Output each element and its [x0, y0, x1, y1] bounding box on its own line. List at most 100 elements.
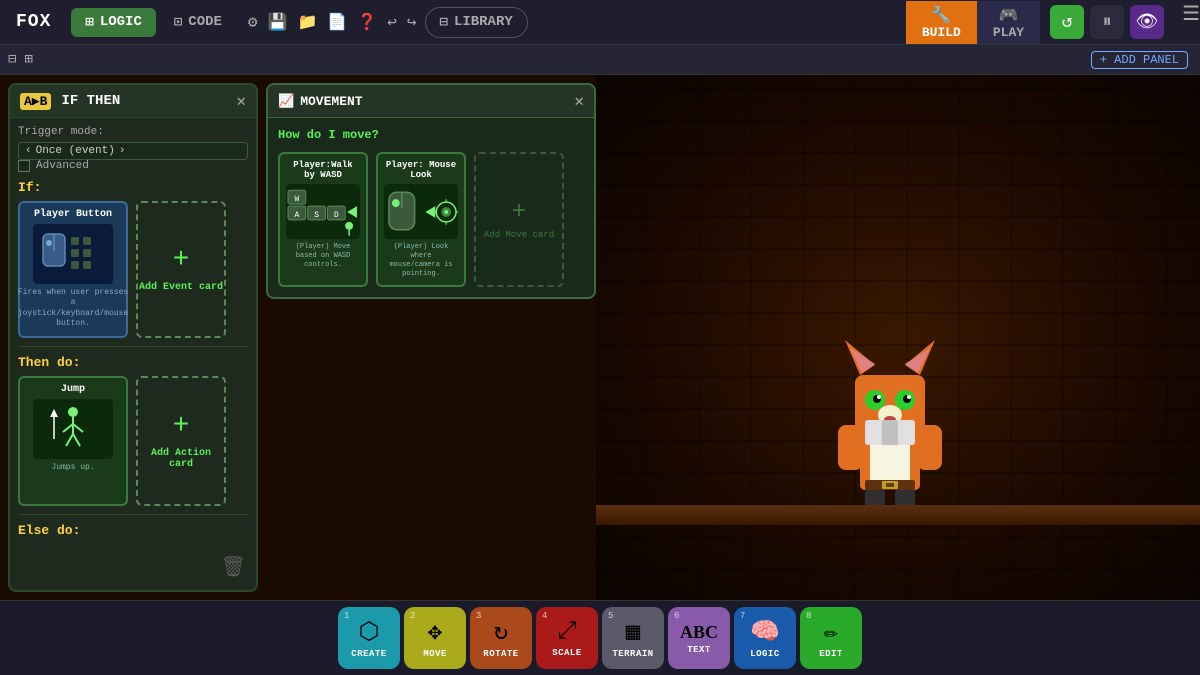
scale-tool-num: 4: [542, 611, 547, 621]
scale-tool-icon: ⤢: [557, 618, 576, 646]
trigger-mode-row: Trigger mode:: [18, 126, 248, 138]
create-tool-num: 1: [344, 611, 349, 621]
create-tool-icon: ⬡: [359, 617, 380, 647]
move-tool-button[interactable]: 2 ✥ MOVE: [404, 607, 466, 669]
undo-icon[interactable]: ↩: [387, 12, 397, 32]
ab-badge: A▶B: [20, 93, 51, 110]
if-then-title-text: IF THEN: [61, 93, 120, 109]
nav-icon-group: ⚙ 💾 📁 📄 ❓ ↩ ↪: [248, 12, 417, 32]
text-tool-icon: ABC: [680, 622, 718, 643]
move-tool-icon: ✥: [428, 617, 442, 647]
edit-tool-label: EDIT: [819, 649, 843, 659]
logic-tool-label: LOGIC: [750, 649, 780, 659]
mouse-look-card[interactable]: Player: Mouse Look: [376, 152, 466, 287]
if-then-body: Trigger mode: ‹ Once (event) › Advanced …: [10, 118, 256, 552]
movement-close-button[interactable]: ✕: [574, 91, 584, 111]
settings-icon[interactable]: ⚙: [248, 12, 258, 32]
redo-icon[interactable]: ↪: [407, 12, 417, 32]
add-panel-button[interactable]: + ADD PANEL: [1091, 51, 1188, 69]
second-nav: ⊟ ⊞ + ADD PANEL: [0, 45, 1200, 75]
logic-tool-button[interactable]: 7 🧠 LOGIC: [734, 607, 796, 669]
scale-tool-button[interactable]: 4 ⤢ SCALE: [536, 607, 598, 669]
rotate-tool-icon: ↻: [494, 617, 508, 647]
jump-card-icon: [33, 399, 113, 459]
panel-grid-icon[interactable]: ⊟: [8, 51, 16, 68]
add-event-plus-icon: +: [173, 245, 190, 276]
panel-expand-icon[interactable]: ⊞: [24, 51, 32, 68]
if-then-close-button[interactable]: ✕: [236, 91, 246, 111]
rotate-tool-button[interactable]: 3 ↻ ROTATE: [470, 607, 532, 669]
play-label: PLAY: [993, 25, 1024, 40]
text-tool-label: TEXT: [687, 645, 711, 655]
add-move-card[interactable]: + Add Move card: [474, 152, 564, 287]
save-icon[interactable]: 💾: [268, 12, 288, 32]
walk-wasd-icon: W A S D: [286, 184, 360, 239]
else-do-label: Else do:: [18, 523, 248, 538]
pause-button[interactable]: ⏸: [1090, 5, 1124, 39]
add-event-card[interactable]: + Add Event card: [136, 201, 226, 338]
movement-title: 📈 MOVEMENT: [278, 94, 363, 109]
create-tool-button[interactable]: 1 ⬡ CREATE: [338, 607, 400, 669]
add-action-card[interactable]: + Add Action card: [136, 376, 226, 506]
ground-platform: [596, 505, 1200, 525]
if-then-header: A▶B IF THEN ✕: [10, 85, 256, 118]
advanced-checkbox[interactable]: [18, 160, 30, 172]
scale-tool-label: SCALE: [552, 648, 582, 658]
if-label: If:: [18, 180, 248, 195]
library-label: LIBRARY: [454, 14, 513, 30]
add-move-label: Add Move card: [484, 230, 554, 240]
library-nav-btn[interactable]: ⊟ LIBRARY: [425, 7, 528, 38]
mouse-look-icon: [384, 184, 458, 239]
mouse-look-desc: (Player) Look where mouse/camera is poin…: [384, 243, 458, 279]
code-label: CODE: [188, 14, 222, 30]
build-button[interactable]: 🔧 BUILD: [906, 1, 977, 44]
main-area: A▶B IF THEN ✕ Trigger mode: ‹ Once (even…: [0, 75, 1200, 600]
code-icon: ⊡: [174, 14, 182, 31]
play-button[interactable]: 🎮 PLAY: [977, 1, 1040, 44]
divider: [18, 346, 248, 347]
new-icon[interactable]: 📄: [327, 12, 347, 32]
hamburger-icon[interactable]: ☰: [1182, 1, 1200, 44]
refresh-button[interactable]: ↺: [1050, 5, 1084, 39]
help-icon[interactable]: ❓: [357, 12, 377, 32]
advanced-label: Advanced: [36, 160, 89, 172]
code-nav-btn[interactable]: ⊡ CODE: [160, 8, 236, 37]
movement-body: How do I move? Player:Walk by WASD W A: [268, 118, 594, 297]
movement-title-text: MOVEMENT: [300, 94, 362, 109]
chart-icon: 📈: [278, 94, 294, 109]
else-divider: [18, 514, 248, 515]
if-then-panel: A▶B IF THEN ✕ Trigger mode: ‹ Once (even…: [8, 83, 258, 592]
build-play-group: 🔧 BUILD 🎮 PLAY ↺ ⏸ 👁 ☰: [906, 1, 1200, 44]
terrain-tool-label: TERRAIN: [612, 649, 653, 659]
action-btns-group: ↺ ⏸ 👁: [1040, 1, 1174, 44]
add-action-plus-icon: +: [173, 411, 190, 442]
game-view: [596, 75, 1200, 600]
edit-tool-button[interactable]: 8 ✏ EDIT: [800, 607, 862, 669]
trigger-mode-label: Trigger mode:: [18, 126, 104, 138]
app-logo: FOX: [0, 12, 67, 32]
eye-button[interactable]: 👁: [1130, 5, 1164, 39]
movement-header: 📈 MOVEMENT ✕: [268, 85, 594, 118]
player-button-title: Player Button: [34, 209, 112, 220]
rotate-tool-num: 3: [476, 611, 481, 621]
terrain-tool-icon: ▦: [626, 617, 640, 647]
svg-text:D: D: [334, 210, 339, 219]
player-button-card[interactable]: Player Button: [18, 201, 128, 338]
walk-wasd-desc: (Player) Move based on WASD controls.: [286, 243, 360, 270]
logic-nav-btn[interactable]: ⊞ LOGIC: [71, 8, 155, 37]
walk-wasd-title: Player:Walk by WASD: [286, 160, 360, 180]
terrain-tool-button[interactable]: 5 ▦ TERRAIN: [602, 607, 664, 669]
jump-card[interactable]: Jump: [18, 376, 128, 506]
trigger-select[interactable]: ‹ Once (event) ›: [18, 142, 248, 160]
trash-icon[interactable]: 🗑: [221, 554, 246, 580]
add-action-label: Add Action card: [138, 448, 224, 470]
text-tool-button[interactable]: 6 ABC TEXT: [668, 607, 730, 669]
if-card-row: Player Button: [18, 201, 248, 338]
folder-icon[interactable]: 📁: [297, 12, 317, 32]
chevron-left-icon: ‹: [25, 145, 32, 157]
chevron-right-icon: ›: [119, 145, 126, 157]
walk-wasd-card[interactable]: Player:Walk by WASD W A S D: [278, 152, 368, 287]
library-icon: ⊟: [440, 14, 448, 31]
how-move-label: How do I move?: [278, 128, 584, 142]
move-tool-label: MOVE: [423, 649, 447, 659]
